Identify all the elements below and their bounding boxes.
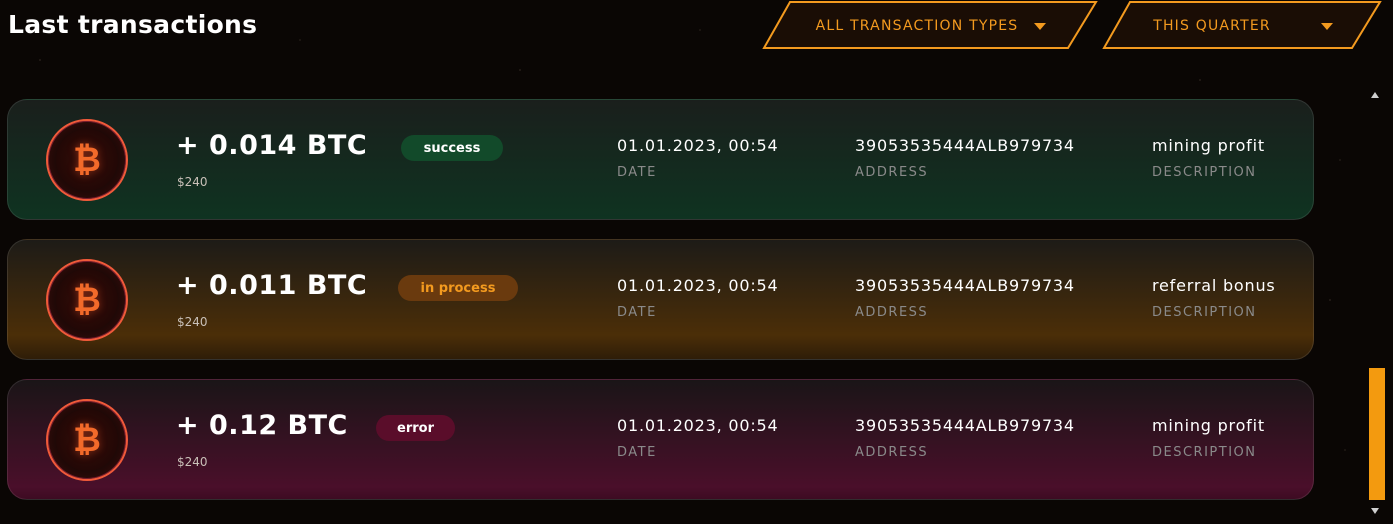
description-label: DESCRIPTION xyxy=(1152,305,1257,320)
page-title: Last transactions xyxy=(8,10,258,39)
transaction-date: 01.01.2023, 00:54 xyxy=(617,276,779,295)
description-column: referral bonus DESCRIPTION xyxy=(1152,276,1276,320)
description-column: mining profit DESCRIPTION xyxy=(1152,136,1265,180)
transaction-card[interactable]: ₿ + 0.014 BTC $240 success 01.01.2023, 0… xyxy=(7,99,1314,220)
transaction-description: mining profit xyxy=(1152,136,1265,155)
transaction-type-filter-label: ALL TRANSACTION TYPES xyxy=(815,18,1019,34)
address-label: ADDRESS xyxy=(855,305,929,320)
bitcoin-icon: ₿ xyxy=(46,399,128,481)
transaction-list: ₿ + 0.014 BTC $240 success 01.01.2023, 0… xyxy=(7,99,1314,519)
address-column: 39053535444ALB979734 ADDRESS xyxy=(855,136,1075,180)
transaction-description: referral bonus xyxy=(1152,276,1276,295)
address-label: ADDRESS xyxy=(855,445,929,460)
scroll-down-arrow-icon[interactable] xyxy=(1371,508,1379,514)
transaction-usd-value: $240 xyxy=(177,455,208,469)
transaction-card[interactable]: ₿ + 0.011 BTC $240 in process 01.01.2023… xyxy=(7,239,1314,360)
transaction-address[interactable]: 39053535444ALB979734 xyxy=(855,136,1075,155)
date-label: DATE xyxy=(617,305,657,320)
period-filter[interactable]: THIS QUARTER xyxy=(1102,0,1384,50)
address-column: 39053535444ALB979734 ADDRESS xyxy=(855,276,1075,320)
chevron-down-icon xyxy=(1034,22,1047,30)
transaction-amount: + 0.011 BTC xyxy=(176,270,368,301)
date-column: 01.01.2023, 00:54 DATE xyxy=(617,276,779,320)
scroll-up-arrow-icon[interactable] xyxy=(1371,92,1379,98)
transaction-amount: + 0.014 BTC xyxy=(176,130,368,161)
bitcoin-icon: ₿ xyxy=(46,259,128,341)
vertical-scrollbar[interactable] xyxy=(1368,90,1386,520)
date-label: DATE xyxy=(617,445,657,460)
status-badge: error xyxy=(376,415,455,441)
transaction-address[interactable]: 39053535444ALB979734 xyxy=(855,276,1075,295)
transaction-amount: + 0.12 BTC xyxy=(176,410,348,441)
status-badge: in process xyxy=(398,275,518,301)
transaction-card[interactable]: ₿ + 0.12 BTC $240 error 01.01.2023, 00:5… xyxy=(7,379,1314,500)
transaction-date: 01.01.2023, 00:54 xyxy=(617,136,779,155)
description-label: DESCRIPTION xyxy=(1152,165,1257,180)
address-label: ADDRESS xyxy=(855,165,929,180)
transaction-date: 01.01.2023, 00:54 xyxy=(617,416,779,435)
transaction-description: mining profit xyxy=(1152,416,1265,435)
date-column: 01.01.2023, 00:54 DATE xyxy=(617,136,779,180)
description-column: mining profit DESCRIPTION xyxy=(1152,416,1265,460)
date-column: 01.01.2023, 00:54 DATE xyxy=(617,416,779,460)
bitcoin-icon: ₿ xyxy=(46,119,128,201)
date-label: DATE xyxy=(617,165,657,180)
scrollbar-thumb[interactable] xyxy=(1369,368,1385,500)
period-filter-label: THIS QUARTER xyxy=(1153,18,1271,34)
transaction-usd-value: $240 xyxy=(177,315,208,329)
transaction-type-filter[interactable]: ALL TRANSACTION TYPES xyxy=(762,0,1100,50)
status-badge: success xyxy=(401,135,503,161)
description-label: DESCRIPTION xyxy=(1152,445,1257,460)
address-column: 39053535444ALB979734 ADDRESS xyxy=(855,416,1075,460)
transaction-usd-value: $240 xyxy=(177,175,208,189)
transaction-address[interactable]: 39053535444ALB979734 xyxy=(855,416,1075,435)
chevron-down-icon xyxy=(1320,22,1333,30)
